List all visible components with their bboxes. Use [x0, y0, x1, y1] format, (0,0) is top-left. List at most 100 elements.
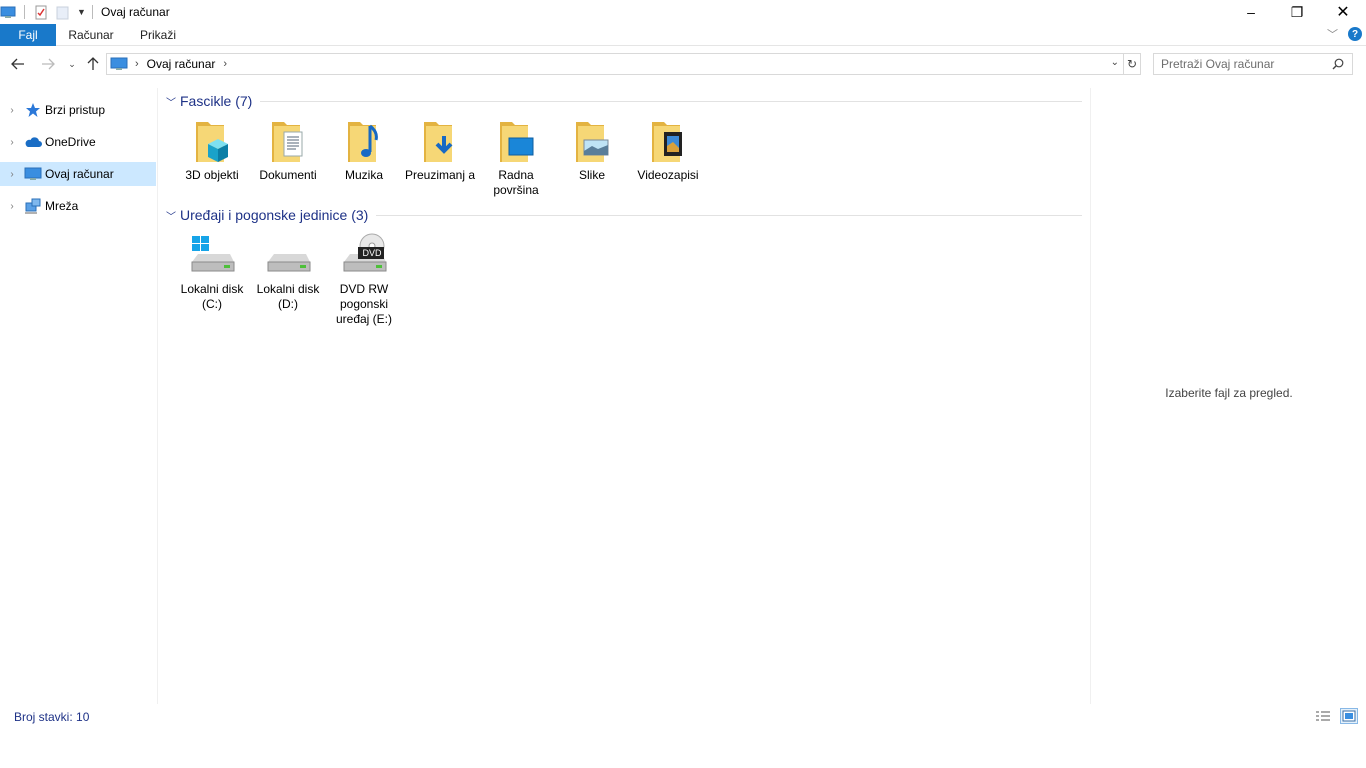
customize-toolbar-chevron-icon[interactable]: ▼ — [77, 7, 86, 17]
expand-chevron-icon[interactable]: › — [0, 201, 24, 212]
help-icon[interactable]: ? — [1348, 27, 1362, 41]
divider — [376, 214, 1082, 216]
refresh-icon: ↻ — [1126, 57, 1138, 71]
computer-icon[interactable] — [0, 4, 16, 20]
view-switcher — [1314, 708, 1358, 724]
expand-chevron-icon[interactable]: › — [0, 169, 24, 180]
search-input[interactable] — [1154, 57, 1330, 71]
folder-label: Dokumenti — [259, 168, 317, 182]
folder-3d-icon — [188, 118, 236, 166]
group-title: Uređaji i pogonske jedinice (3) — [180, 207, 369, 223]
nav-item-this-pc[interactable]: › Ovaj računar — [0, 162, 156, 186]
expand-ribbon-chevron-icon[interactable]: ﹀ — [1327, 26, 1338, 42]
content-area: ﹀ Fascikle (7) 3D objekti Dokumenti Muzi… — [160, 88, 1090, 704]
dvd-badge: DVD — [362, 248, 382, 258]
tab-computer[interactable]: Računar — [58, 24, 124, 46]
folder-label: Videozapisi — [637, 168, 699, 182]
folder-label: Preuzimanj a — [404, 168, 476, 182]
folder-videos-icon — [644, 118, 692, 166]
back-arrow-icon — [11, 58, 24, 70]
nav-item-label: Brzi pristup — [45, 103, 106, 117]
window-title: Ovaj računar — [101, 5, 170, 19]
separator — [24, 5, 25, 19]
status-bar: Broj stavki: 10 — [0, 706, 1366, 728]
drive-label: DVD RW pogonski uređaj (E:) — [335, 282, 393, 326]
folder-videos[interactable]: Videozapisi — [630, 118, 706, 183]
folder-desktop[interactable]: Radna površina — [478, 118, 554, 198]
folder-label: Muzika — [344, 168, 383, 182]
separator — [91, 5, 93, 19]
folder-3d-objects[interactable]: 3D objekti — [174, 118, 250, 183]
nav-item-label: OneDrive — [45, 135, 96, 149]
tab-file[interactable]: Fajl — [0, 24, 56, 46]
nav-item-label: Mreža — [45, 199, 79, 213]
large-icons-view-icon — [1342, 710, 1356, 722]
nav-item-onedrive[interactable]: › OneDrive — [0, 130, 156, 154]
expand-chevron-icon[interactable]: › — [0, 137, 24, 148]
minimize-button[interactable]: – — [1228, 0, 1274, 24]
folder-music[interactable]: Muzika — [326, 118, 402, 183]
item-count: Broj stavki: 10 — [14, 710, 90, 724]
details-view-icon — [1316, 711, 1330, 721]
dvd-drive-icon: DVD — [340, 232, 388, 280]
navigation-pane: › Brzi pristup › OneDrive › Ovaj računar… — [0, 88, 158, 704]
collapse-chevron-icon[interactable]: ﹀ — [166, 94, 180, 109]
breadcrumb-chevron-icon[interactable]: › — [135, 58, 139, 70]
preview-pane: Izaberite fajl za pregled. — [1090, 88, 1366, 704]
drive-label: Lokalni disk (D:) — [256, 282, 320, 311]
breadcrumb-chevron-icon[interactable]: › — [223, 58, 227, 70]
close-button[interactable]: ✕ — [1320, 0, 1366, 24]
search-box[interactable] — [1153, 53, 1353, 75]
address-dropdown-chevron-icon[interactable]: ⌄ — [1111, 57, 1119, 68]
quick-access-toolbar: ▼ — [0, 0, 93, 24]
new-folder-icon[interactable] — [55, 4, 71, 20]
ribbon-right-controls: ﹀ ? — [1327, 26, 1362, 42]
group-title: Fascikle (7) — [180, 93, 253, 109]
computer-icon — [24, 166, 42, 182]
forward-arrow-icon — [42, 58, 55, 70]
group-header-devices[interactable]: ﹀ Uređaji i pogonske jedinice (3) — [166, 204, 1082, 226]
divider — [260, 100, 1082, 102]
expand-chevron-icon[interactable]: › — [0, 105, 24, 116]
maximize-button[interactable]: ❐ — [1274, 0, 1320, 24]
ribbon-tabs: Fajl Računar Prikaži ﹀ ? — [0, 24, 1366, 46]
chevron-down-icon: ⌄ — [68, 58, 76, 69]
breadcrumb-this-pc[interactable]: Ovaj računar — [147, 57, 216, 71]
recent-locations-button[interactable]: ⌄ — [62, 52, 82, 76]
drive-local-c[interactable]: Lokalni disk (C:) — [174, 232, 250, 312]
address-row: ⌄ › Ovaj računar › ⌄ ↻ — [0, 52, 1366, 76]
folder-downloads[interactable]: Preuzimanj a — [402, 118, 478, 183]
title-bar: ▼ Ovaj računar – ❐ ✕ — [0, 0, 1366, 24]
folder-label: Slike — [578, 168, 605, 182]
folder-pictures[interactable]: Slike — [554, 118, 630, 183]
computer-icon — [110, 57, 128, 71]
tab-view[interactable]: Prikaži — [130, 24, 186, 46]
folder-pictures-icon — [568, 118, 616, 166]
folder-desktop-icon — [492, 118, 540, 166]
drive-local-d[interactable]: Lokalni disk (D:) — [250, 232, 326, 312]
forward-button[interactable] — [38, 52, 58, 76]
large-icons-view-button[interactable] — [1340, 708, 1358, 724]
address-bar[interactable]: › Ovaj računar › ⌄ — [106, 53, 1124, 75]
up-button[interactable] — [83, 52, 103, 76]
folder-documents[interactable]: Dokumenti — [250, 118, 326, 183]
group-header-folders[interactable]: ﹀ Fascikle (7) — [166, 90, 1082, 112]
star-icon — [24, 102, 42, 118]
drive-icon — [264, 232, 312, 280]
collapse-chevron-icon[interactable]: ﹀ — [166, 208, 180, 223]
back-button[interactable] — [8, 52, 28, 76]
nav-item-network[interactable]: › Mreža — [0, 194, 156, 218]
drive-dvd-e[interactable]: DVD DVD RW pogonski uređaj (E:) — [326, 232, 402, 327]
refresh-button[interactable]: ↻ — [1124, 53, 1141, 75]
windows-drive-icon — [188, 232, 236, 280]
properties-icon[interactable] — [33, 4, 49, 20]
nav-item-label: Ovaj računar — [45, 167, 114, 181]
details-view-button[interactable] — [1314, 708, 1332, 724]
search-icon[interactable] — [1332, 58, 1344, 70]
folder-documents-icon — [264, 118, 312, 166]
up-arrow-icon — [87, 57, 99, 70]
folder-downloads-icon — [416, 118, 464, 166]
nav-item-quick-access[interactable]: › Brzi pristup — [0, 98, 156, 122]
window-controls: – ❐ ✕ — [1228, 0, 1366, 24]
preview-message: Izaberite fajl za pregled. — [1165, 386, 1293, 400]
